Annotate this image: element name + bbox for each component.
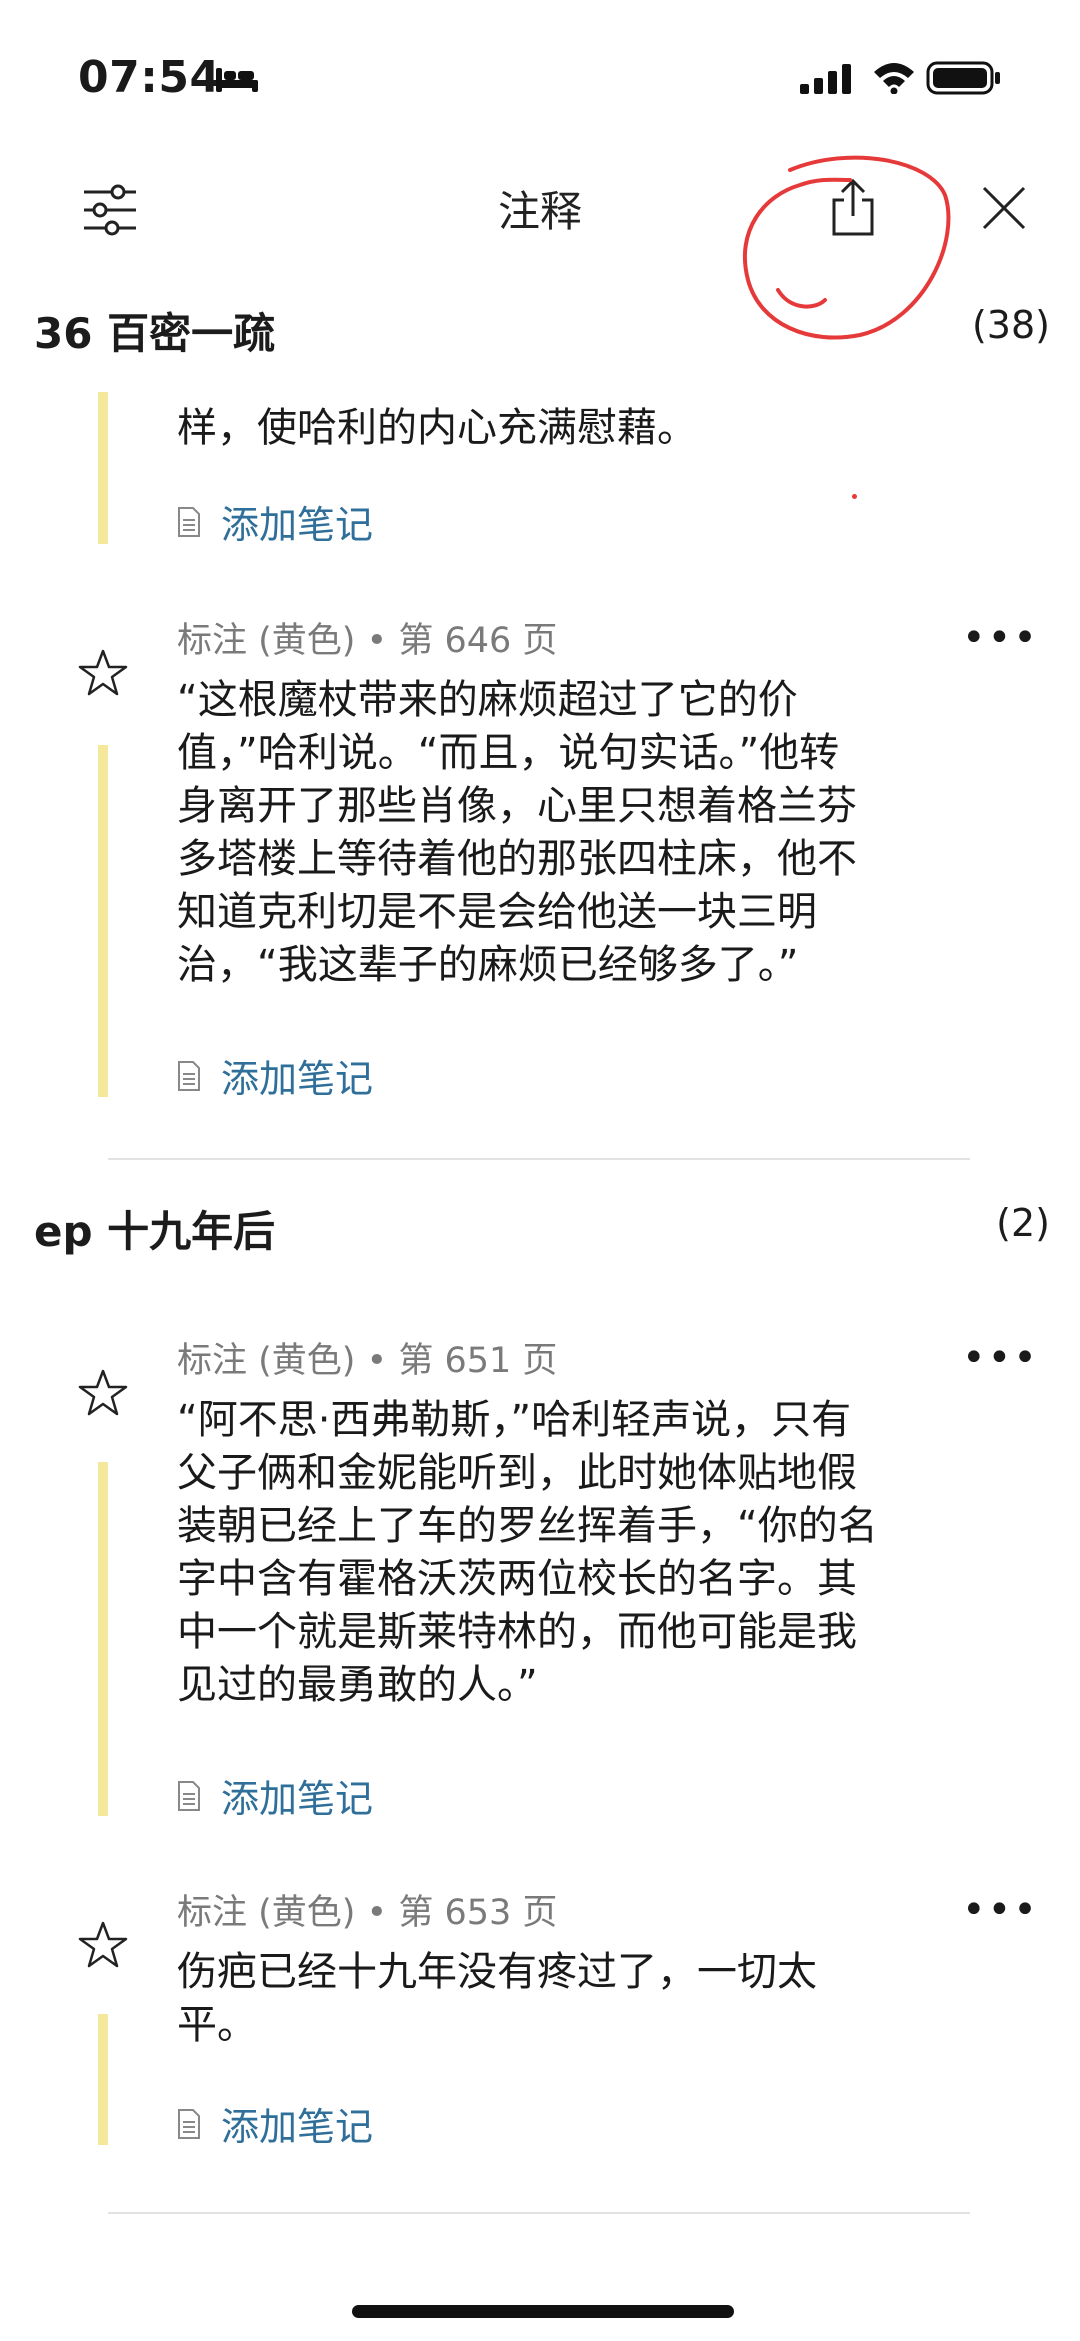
highlight-text-line: 身离开了那些肖像，心里只想着格兰芬 xyxy=(177,783,857,829)
chapter-annotation-count: (2) xyxy=(996,1201,1050,1245)
favorite-star-icon[interactable] xyxy=(78,648,128,698)
highlight-text-line: 父子俩和金妮能听到，此时她体贴地假 xyxy=(177,1450,857,1496)
add-note-label: 添加笔记 xyxy=(221,1057,374,1101)
highlight-text[interactable]: “这根魔杖带来的麻烦超过了它的价 值，”哈利说。“而且，说句实话。”他转 身离开… xyxy=(177,674,997,992)
highlight-text-line: 平。 xyxy=(177,2002,257,2048)
highlight-text-line: 知道克利切是不是会给他送一块三明 xyxy=(177,889,817,935)
wifi-icon xyxy=(874,63,914,94)
close-icon[interactable] xyxy=(980,184,1028,232)
highlight-text-line: “阿不思·西弗勒斯，”哈利轻声说，只有 xyxy=(177,1397,852,1443)
highlight-text-line: 值，”哈利说。“而且，说句实话。”他转 xyxy=(177,730,840,776)
section-divider xyxy=(108,1158,970,1160)
highlight-text-line: 多塔楼上等待着他的那张四柱床，他不 xyxy=(177,836,857,882)
chapter-title: 36 百密一疏 xyxy=(34,309,276,358)
note-document-icon xyxy=(178,1780,200,1811)
share-icon[interactable] xyxy=(828,178,878,238)
highlight-text-line: 装朝已经上了车的罗丝挥着手，“你的名 xyxy=(177,1503,878,1549)
note-document-icon xyxy=(178,506,200,537)
highlight-text-line: “这根魔杖带来的麻烦超过了它的价 xyxy=(177,677,798,723)
favorite-star-icon[interactable] xyxy=(78,1920,128,1970)
add-note-button[interactable]: 添加笔记 xyxy=(177,2096,373,2151)
battery-icon xyxy=(926,61,1000,95)
more-options-button[interactable]: ••• xyxy=(962,1338,1037,1378)
chapter-annotation-count: (38) xyxy=(971,303,1050,347)
highlight-color-bar xyxy=(98,2014,108,2145)
chapter-title: ep 十九年后 xyxy=(34,1207,276,1256)
stray-annotation-dot xyxy=(852,494,857,499)
add-note-label: 添加笔记 xyxy=(221,503,374,547)
status-time: 07:54 xyxy=(78,52,221,103)
home-indicator[interactable] xyxy=(352,2305,734,2318)
highlight-text-line: 见过的最勇敢的人。” xyxy=(177,1662,538,1708)
sleep-focus-icon xyxy=(216,68,258,92)
page-title: 注释 xyxy=(497,187,582,236)
highlight-meta: 标注 (黄色) • 第 651 页 xyxy=(177,1341,558,1381)
add-note-label: 添加笔记 xyxy=(221,1777,374,1821)
highlight-text-line: 中一个就是斯莱特林的，而他可能是我 xyxy=(177,1609,857,1655)
highlight-text-line: 样，使哈利的内心充满慰藉。 xyxy=(177,405,697,451)
add-note-label: 添加笔记 xyxy=(221,2105,374,2149)
filter-icon[interactable] xyxy=(82,184,138,236)
highlight-text-line: 字中含有霍格沃茨两位校长的名字。其 xyxy=(177,1556,857,1602)
add-note-button[interactable]: 添加笔记 xyxy=(177,494,373,549)
highlight-text[interactable]: 伤疤已经十九年没有疼过了，一切太 平。 xyxy=(177,1946,997,2052)
highlight-text-line: 治，“我这辈子的麻烦已经够多了。” xyxy=(177,942,799,988)
more-options-button[interactable]: ••• xyxy=(962,1890,1037,1930)
highlight-color-bar xyxy=(98,1462,108,1816)
highlight-text[interactable]: 样，使哈利的内心充满慰藉。 xyxy=(177,402,997,455)
add-note-button[interactable]: 添加笔记 xyxy=(177,1768,373,1823)
add-note-button[interactable]: 添加笔记 xyxy=(177,1048,373,1103)
more-options-button[interactable]: ••• xyxy=(962,618,1037,658)
highlight-text[interactable]: “阿不思·西弗勒斯，”哈利轻声说，只有 父子俩和金妮能听到，此时她体贴地假 装朝… xyxy=(177,1394,997,1712)
highlight-color-bar xyxy=(98,745,108,1097)
note-document-icon xyxy=(178,2108,200,2139)
favorite-star-icon[interactable] xyxy=(78,1368,128,1418)
section-divider xyxy=(108,2212,970,2214)
highlight-meta: 标注 (黄色) • 第 653 页 xyxy=(177,1893,558,1933)
cellular-signal-icon xyxy=(800,64,851,94)
highlight-meta: 标注 (黄色) • 第 646 页 xyxy=(177,621,558,661)
note-document-icon xyxy=(178,1060,200,1091)
highlight-text-line: 伤疤已经十九年没有疼过了，一切太 xyxy=(177,1949,817,1995)
highlight-color-bar xyxy=(98,392,108,544)
